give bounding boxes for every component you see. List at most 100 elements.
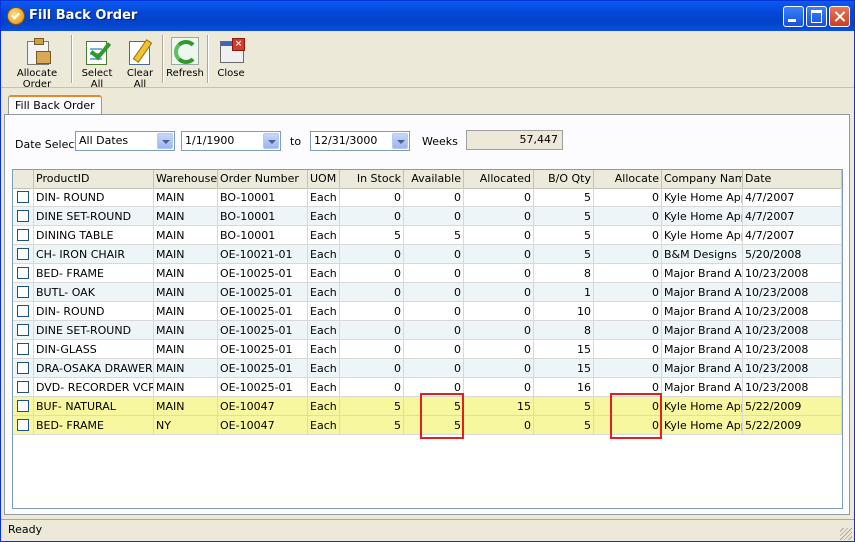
cell-order-number: BO-10001 <box>218 207 308 226</box>
cell-date: 10/23/2008 <box>743 340 842 359</box>
header-allocate[interactable]: Allocate <box>594 170 662 188</box>
cell-available: 0 <box>404 283 464 302</box>
header-company-name[interactable]: Company Name <box>662 170 743 188</box>
close-window-button[interactable] <box>829 6 850 27</box>
cell-available: 5 <box>404 397 464 416</box>
table-row[interactable]: DINE SET-ROUND MAIN BO-10001 Each 0 0 0 5 0 Kyle … <box>13 207 842 226</box>
maximize-button[interactable] <box>806 6 827 27</box>
cell-product-id: DINING TABLE <box>34 226 154 245</box>
cell-allocate[interactable]: 0 <box>594 207 662 226</box>
from-date-picker[interactable]: 1/1/1900 <box>181 131 281 151</box>
table-row[interactable]: DIN- ROUND MAIN BO-10001 Each 0 0 0 5 0 Kyle Home… <box>13 188 842 207</box>
tab-fill-back-order[interactable]: Fill Back Order <box>8 95 102 115</box>
row-select-cell <box>13 283 34 302</box>
cell-bo-qty: 5 <box>534 188 594 207</box>
row-checkbox[interactable] <box>17 362 29 374</box>
cell-bo-qty: 8 <box>534 264 594 283</box>
cell-order-number: OE-10047 <box>218 416 308 435</box>
cell-allocate[interactable]: 0 <box>594 321 662 340</box>
row-checkbox[interactable] <box>17 400 29 412</box>
close-button[interactable]: × Close <box>213 35 249 85</box>
header-in-stock[interactable]: In Stock <box>340 170 404 188</box>
chevron-down-icon[interactable] <box>263 133 279 149</box>
header-date[interactable]: Date <box>743 170 842 188</box>
cell-bo-qty: 1 <box>534 283 594 302</box>
table-row[interactable]: BUTL- OAK MAIN OE-10025-01 Each 0 0 0 1 0 Major B… <box>13 283 842 302</box>
row-checkbox[interactable] <box>17 248 29 260</box>
row-checkbox[interactable] <box>17 419 29 431</box>
cell-company-name: Major Brand App <box>662 321 743 340</box>
status-bar: Ready <box>1 519 854 541</box>
header-order-number[interactable]: Order Number <box>218 170 308 188</box>
cell-allocate[interactable]: 0 <box>594 359 662 378</box>
resize-grip-icon[interactable] <box>840 528 852 540</box>
weeks-label: Weeks <box>422 135 458 148</box>
minimize-button[interactable] <box>783 6 804 27</box>
cell-warehouse-id: MAIN <box>154 188 218 207</box>
header-available[interactable]: Available <box>404 170 464 188</box>
table-row[interactable]: BED- FRAME NY OE-10047 Each 5 5 0 5 0 Kyle Home A… <box>13 416 842 435</box>
header-uom[interactable]: UOM <box>308 170 340 188</box>
table-row[interactable]: DRA-OSAKA DRAWER MAIN OE-10025-01 Each 0 0 0 15… <box>13 359 842 378</box>
cell-company-name: Kyle Home Appli <box>662 397 743 416</box>
chevron-down-icon[interactable] <box>157 133 173 149</box>
header-product-id[interactable]: ProductID <box>34 170 154 188</box>
header-allocated[interactable]: Allocated <box>464 170 534 188</box>
cell-warehouse-id: MAIN <box>154 302 218 321</box>
table-row[interactable]: DINE SET-ROUND MAIN OE-10025-01 Each 0 0 0 8 0 Ma… <box>13 321 842 340</box>
cell-product-id: BED- FRAME <box>34 416 154 435</box>
cell-date: 10/23/2008 <box>743 321 842 340</box>
row-select-cell <box>13 302 34 321</box>
cell-allocate[interactable]: 0 <box>594 302 662 321</box>
allocate-order-button[interactable]: Allocate Order <box>5 35 69 90</box>
clipboard-box-icon <box>23 37 51 65</box>
cell-available: 0 <box>404 321 464 340</box>
cell-allocate[interactable]: 0 <box>594 283 662 302</box>
clear-all-button[interactable]: Clear All <box>121 35 159 90</box>
cell-warehouse-id: MAIN <box>154 340 218 359</box>
title-bar[interactable]: Fill Back Order <box>1 1 854 31</box>
header-bo-qty[interactable]: B/O Qty <box>534 170 594 188</box>
refresh-button[interactable]: Refresh <box>166 35 204 85</box>
app-check-icon <box>7 7 25 25</box>
cell-order-number: BO-10001 <box>218 226 308 245</box>
cell-company-name: Kyle Home Appli <box>662 416 743 435</box>
table-row[interactable]: BED- FRAME MAIN OE-10025-01 Each 0 0 0 8 0 Major … <box>13 264 842 283</box>
row-checkbox[interactable] <box>17 191 29 203</box>
cell-allocate[interactable]: 0 <box>594 378 662 397</box>
to-date-picker[interactable]: 12/31/3000 <box>310 131 410 151</box>
row-checkbox[interactable] <box>17 267 29 279</box>
chevron-down-icon[interactable] <box>392 133 408 149</box>
cell-bo-qty: 16 <box>534 378 594 397</box>
row-checkbox[interactable] <box>17 305 29 317</box>
row-checkbox[interactable] <box>17 229 29 241</box>
row-checkbox[interactable] <box>17 286 29 298</box>
date-select-dropdown[interactable]: All Dates <box>75 131 175 151</box>
table-row[interactable]: DIN-GLASS MAIN OE-10025-01 Each 0 0 0 15 0 Major … <box>13 340 842 359</box>
cell-allocate[interactable]: 0 <box>594 340 662 359</box>
tab-strip: Fill Back Order <box>1 91 854 115</box>
to-label: to <box>290 135 302 148</box>
cell-company-name: Major Brand App <box>662 264 743 283</box>
select-all-button[interactable]: Select All <box>75 35 119 90</box>
table-row[interactable]: BUF- NATURAL MAIN OE-10047 Each 5 5 15 5 0 Kyle H… <box>13 397 842 416</box>
row-checkbox[interactable] <box>17 324 29 336</box>
cell-allocate[interactable]: 0 <box>594 245 662 264</box>
header-select-column[interactable] <box>13 170 34 188</box>
row-checkbox[interactable] <box>17 381 29 393</box>
cell-product-id: DIN-GLASS <box>34 340 154 359</box>
to-date-value: 12/31/3000 <box>314 134 378 147</box>
row-checkbox[interactable] <box>17 343 29 355</box>
cell-allocate[interactable]: 0 <box>594 188 662 207</box>
table-row[interactable]: CH- IRON CHAIR MAIN OE-10021-01 Each 0 0 0 5 0 B&… <box>13 245 842 264</box>
header-warehouse-id[interactable]: Warehouse ID <box>154 170 218 188</box>
table-row[interactable]: DINING TABLE MAIN BO-10001 Each 5 5 0 5 0 Kyle Ho… <box>13 226 842 245</box>
table-row[interactable]: DVD- RECORDER VCR MAIN OE-10025-01 Each 0 0 0 1… <box>13 378 842 397</box>
cell-allocate[interactable]: 0 <box>594 264 662 283</box>
cell-allocate[interactable]: 0 <box>594 397 662 416</box>
table-row[interactable]: DIN- ROUND MAIN OE-10025-01 Each 0 0 0 10 0 Major… <box>13 302 842 321</box>
row-checkbox[interactable] <box>17 210 29 222</box>
cell-allocate[interactable]: 0 <box>594 226 662 245</box>
cell-uom: Each <box>308 283 340 302</box>
cell-allocate[interactable]: 0 <box>594 416 662 435</box>
